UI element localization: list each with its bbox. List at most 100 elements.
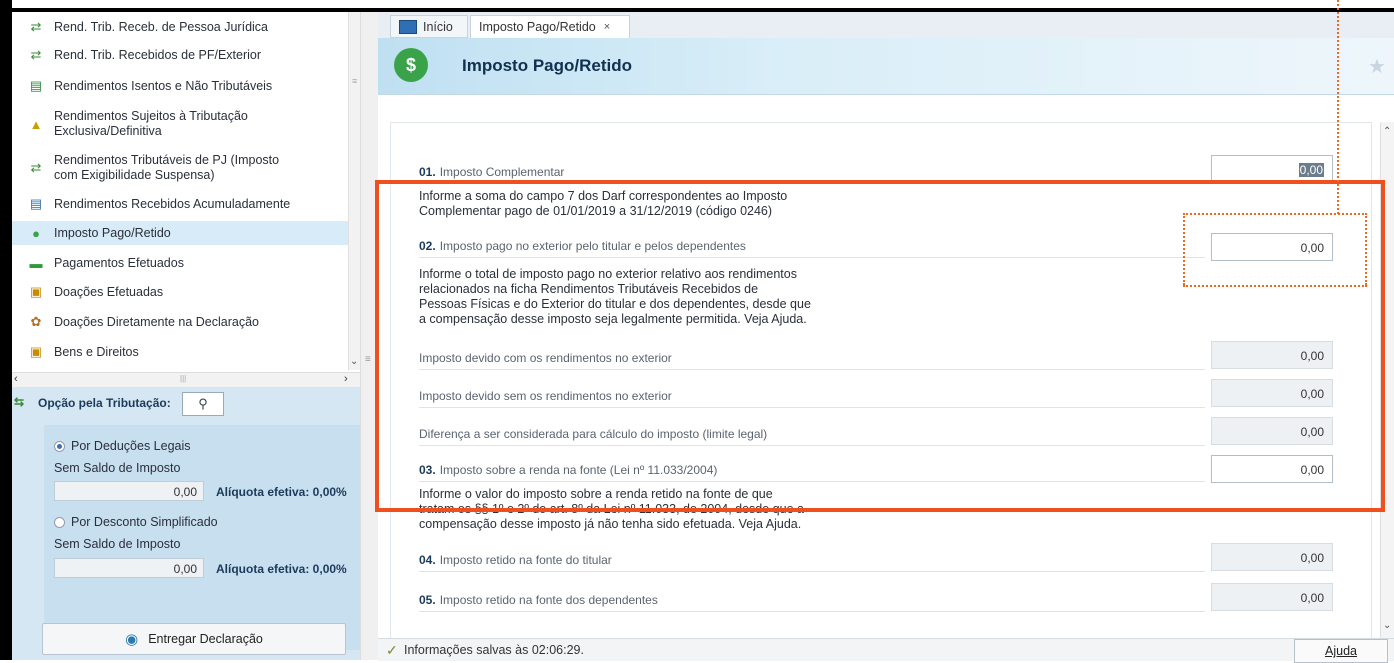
sidebar-item-label: Bens e Direitos — [54, 344, 139, 359]
sidebar-item-label: Rend. Trib. Receb. de Pessoa Jurídica — [54, 19, 269, 34]
deducoes-status: Sem Saldo de Imposto — [54, 461, 181, 475]
simplificado-status: Sem Saldo de Imposto — [54, 537, 181, 551]
opcao-title: Opção pela Tributação: — [38, 396, 171, 410]
retido-titular-value: 0,00 — [1211, 543, 1333, 571]
money-hand-icon: ● — [32, 225, 40, 241]
radio-selected[interactable] — [54, 440, 65, 452]
simplificado-value: 0,00 — [54, 558, 204, 578]
sidebar-item-acumuladamente[interactable]: ▤ Rendimentos Recebidos Acumuladamente — [12, 193, 348, 215]
annotation-dotted-line — [1183, 285, 1367, 287]
nav-horizontal-scrollbar[interactable]: ‹ ||| › — [12, 372, 360, 388]
chevron-up-icon[interactable]: ⌃ — [1383, 126, 1391, 137]
row-underline — [419, 611, 1205, 612]
radio-deducoes-legais[interactable]: Por Deduções Legais — [54, 439, 191, 453]
donation-icon: ▣ — [29, 284, 43, 299]
row-text: Imposto retido na fonte dos dependentes — [439, 593, 658, 607]
row-01-label: 01. Imposto Complementar — [419, 165, 564, 179]
annotation-dotted-line — [1365, 213, 1367, 285]
sidebar-item-label: Rend. Trib. Recebidos de PF/Exterior — [54, 47, 262, 62]
tab-imposto-pago[interactable]: Imposto Pago/Retido × — [470, 15, 630, 38]
arrows-icon: ⇆ — [14, 395, 25, 409]
sidebar-item-doacoes-declaracao[interactable]: ✿ Doações Diretamente na Declaração — [12, 311, 348, 333]
top-bar — [0, 0, 1394, 12]
document-search-icon: ▤ — [29, 196, 43, 211]
sidebar-item-isentos[interactable]: ▤ Rendimentos Isentos e Não Tributáveis — [12, 74, 348, 98]
row-underline — [419, 571, 1205, 572]
row-04-label: 04. Imposto retido na fonte do titular — [419, 553, 612, 567]
scroll-grip: ≡ — [352, 76, 358, 86]
save-check-icon: ✓ — [386, 642, 398, 658]
row-number: 01. — [419, 165, 436, 179]
star-icon[interactable]: ★ — [1368, 54, 1386, 79]
entregar-declaracao-button[interactable]: ◉ Entregar Declaração — [42, 623, 346, 655]
annotation-dotted-line — [1183, 213, 1185, 285]
sidebar: ⇄ Rend. Trib. Receb. de Pessoa Jurídica … — [12, 12, 361, 660]
tab-bar: Início Imposto Pago/Retido × — [378, 12, 1394, 39]
entregar-label: Entregar Declaração — [148, 632, 263, 646]
home-icon — [399, 19, 417, 34]
sidebar-item-pagamentos[interactable]: ▬ Pagamentos Efetuados — [12, 252, 348, 274]
document-warning-icon: ▲ — [29, 116, 43, 132]
imposto-complementar-input[interactable]: 0,00 — [1211, 155, 1333, 183]
simplificado-aliquota: Alíquota efetiva: 0,00% — [216, 562, 347, 576]
opcao-body: Por Deduções Legais Sem Saldo de Imposto… — [44, 425, 360, 650]
tab-label: Imposto Pago/Retido — [479, 20, 596, 34]
sidebar-item-bens[interactable]: ▣ Bens e Direitos — [12, 341, 348, 363]
nav-list: ⇄ Rend. Trib. Receb. de Pessoa Jurídica … — [12, 12, 361, 370]
close-icon[interactable]: × — [604, 21, 610, 33]
search-button[interactable]: ⚲ — [182, 392, 224, 416]
status-bar: ✓ Informações salvas às 02:06:29. Ajuda — [378, 638, 1394, 663]
sidebar-item-imposto-pago[interactable]: ● Imposto Pago/Retido — [12, 221, 348, 245]
chevron-down-icon[interactable]: ⌄ — [350, 356, 358, 367]
sidebar-item-suspensa[interactable]: ⇄ Rendimentos Tributáveis de PJ (Imposto… — [12, 150, 348, 186]
money-hand-icon: $ — [394, 48, 428, 82]
sidebar-item-label: Rendimentos Sujeitos à Tributação Exclus… — [54, 109, 248, 138]
tab-label: Início — [423, 19, 453, 34]
deducoes-value: 0,00 — [54, 481, 204, 501]
opcao-tributacao-panel: ⇆ Opção pela Tributação: ⚲ Por Deduções … — [12, 387, 360, 660]
help-line: compensação desse imposto já não tenha s… — [419, 517, 802, 531]
row-text: Imposto Complementar — [439, 165, 565, 179]
sidebar-item-label: Doações Efetuadas — [54, 284, 164, 299]
help-button[interactable]: Ajuda — [1294, 639, 1388, 663]
splitter-grip: ≡ — [365, 354, 371, 365]
field-value: 0,00 — [1298, 163, 1324, 177]
search-icon: ⚲ — [198, 396, 208, 411]
transfer-suspended-icon: ⇄ — [30, 160, 42, 175]
tab-inicio[interactable]: Início — [390, 15, 468, 38]
left-border — [0, 0, 12, 660]
page-title: Imposto Pago/Retido — [462, 56, 632, 75]
radio-label: Por Deduções Legais — [71, 439, 191, 453]
sidebar-item-label: Doações Diretamente na Declaração — [54, 314, 259, 329]
annotation-highlight-box — [375, 180, 1385, 512]
row-text: Imposto retido na fonte do titular — [439, 553, 612, 567]
radio-desconto-simplificado[interactable]: Por Desconto Simplificado — [54, 515, 218, 529]
chevron-down-icon[interactable]: ⌄ — [1383, 620, 1391, 631]
chevron-left-icon[interactable]: ‹ — [14, 373, 18, 385]
card-icon: ▬ — [29, 255, 43, 271]
scroll-grip: ||| — [180, 374, 187, 383]
transfer-pf-icon: ⇄ — [30, 47, 42, 62]
sidebar-item-label: Rendimentos Tributáveis de PJ (Imposto c… — [54, 153, 280, 182]
document-check-icon: ▤ — [29, 78, 43, 93]
radio-label: Por Desconto Simplificado — [71, 515, 218, 529]
status-text: Informações salvas às 02:06:29. — [404, 643, 584, 657]
people-icon: ✿ — [30, 314, 42, 329]
row-05-label: 05. Imposto retido na fonte dos dependent… — [419, 593, 658, 607]
assets-icon: ▣ — [29, 344, 43, 359]
chevron-right-icon[interactable]: › — [344, 373, 348, 385]
sidebar-item-exclusiva[interactable]: ▲ Rendimentos Sujeitos à Tributação Excl… — [12, 106, 348, 142]
row-number: 05. — [419, 593, 436, 607]
sidebar-item-rend-trib-pf[interactable]: ⇄ Rend. Trib. Recebidos de PF/Exterior — [12, 44, 348, 66]
sidebar-item-doacoes[interactable]: ▣ Doações Efetuadas — [12, 281, 348, 303]
row-number: 04. — [419, 553, 436, 567]
sidebar-item-rend-trib-pj[interactable]: ⇄ Rend. Trib. Receb. de Pessoa Jurídica — [12, 16, 348, 38]
sidebar-item-label: Pagamentos Efetuados — [54, 255, 184, 270]
opcao-header: ⇆ Opção pela Tributação: — [12, 395, 171, 411]
sidebar-item-label: Imposto Pago/Retido — [54, 225, 171, 240]
radio-unselected[interactable] — [54, 516, 65, 528]
page-header: $ Imposto Pago/Retido ★ — [378, 38, 1394, 95]
retido-dependentes-value: 0,00 — [1211, 583, 1333, 611]
globe-icon: ◉ — [125, 631, 139, 648]
sidebar-item-label: Rendimentos Isentos e Não Tributáveis — [54, 78, 273, 93]
